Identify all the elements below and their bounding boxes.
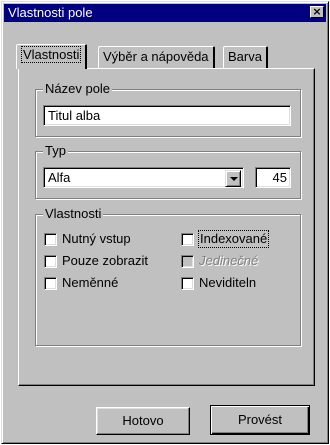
ok-button[interactable]: Hotovo bbox=[96, 407, 190, 435]
checkbox-label: Indexované bbox=[198, 230, 270, 248]
close-icon: × bbox=[312, 5, 322, 18]
checkbox-label: Nutný vstup bbox=[62, 231, 131, 246]
type-group: Typ Alfa 45 bbox=[35, 143, 301, 199]
close-button[interactable]: × bbox=[310, 6, 324, 18]
checkbox-box bbox=[181, 255, 194, 268]
field-name-input[interactable]: Titul alba bbox=[43, 105, 291, 126]
checkbox-label: Pouze zobrazit bbox=[62, 253, 148, 268]
field-properties-dialog: Vlastnosti pole × Vlastnosti Výběr a náp… bbox=[1, 1, 329, 444]
checkbox-label: Neviditeln bbox=[199, 275, 257, 290]
type-select-value: Alfa bbox=[48, 170, 71, 185]
tab-panel-vlastnosti: Název pole Titul alba Typ Alfa 45 Vlastn… bbox=[18, 68, 315, 386]
checkbox-box[interactable] bbox=[44, 233, 57, 246]
type-length-input[interactable]: 45 bbox=[255, 167, 291, 188]
field-name-group: Název pole Titul alba bbox=[35, 81, 301, 137]
properties-label: Vlastnosti bbox=[43, 206, 104, 222]
window-title: Vlastnosti pole bbox=[8, 5, 93, 20]
tab-vlastnosti[interactable]: Vlastnosti bbox=[16, 44, 88, 69]
checkbox-box[interactable] bbox=[181, 277, 194, 290]
checkbox-label: Neměnné bbox=[62, 275, 119, 290]
properties-group: Vlastnosti Nutný vstup Indexované Pouze … bbox=[35, 206, 301, 346]
checkbox-label: Jedinečné bbox=[199, 253, 259, 268]
tab-vyber-a-napoveda[interactable]: Výběr a nápověda bbox=[98, 46, 215, 68]
checkbox-box[interactable] bbox=[44, 255, 57, 268]
field-name-label: Název pole bbox=[43, 81, 113, 97]
title-bar: Vlastnosti pole × bbox=[4, 4, 326, 22]
checkbox-box[interactable] bbox=[181, 233, 194, 246]
tab-barva[interactable]: Barva bbox=[223, 46, 268, 68]
tab-label: Výběr a nápověda bbox=[103, 49, 209, 64]
checkbox-box[interactable] bbox=[44, 277, 57, 290]
tab-label: Barva bbox=[228, 49, 262, 64]
type-dropdown-button[interactable] bbox=[225, 170, 241, 187]
apply-button[interactable]: Provést bbox=[210, 405, 310, 435]
tab-label: Vlastnosti bbox=[21, 46, 82, 63]
chevron-down-icon bbox=[230, 177, 238, 181]
type-select[interactable]: Alfa bbox=[43, 167, 244, 188]
type-label: Typ bbox=[43, 143, 68, 159]
